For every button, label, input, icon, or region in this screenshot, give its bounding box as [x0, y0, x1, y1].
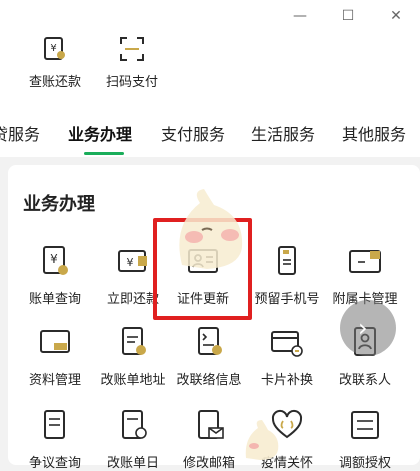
active-tab-indicator [84, 152, 124, 155]
item-label: 改联络信息 [176, 373, 242, 388]
contact-edit-icon [198, 327, 222, 355]
item-label: 资料管理 [28, 373, 81, 388]
tab-life[interactable]: 生活服务 [251, 121, 315, 145]
bill-date-icon [122, 410, 147, 439]
item-card-replace[interactable]: 卡片补换 [246, 325, 328, 388]
mascot-icon [245, 420, 279, 460]
chevron-right-icon: › [358, 314, 368, 342]
item-label: 账单查询 [28, 292, 81, 307]
card-replace-icon [271, 331, 303, 357]
shortcut-scan-pay[interactable]: 扫码支付 [92, 36, 172, 90]
email-icon [198, 410, 224, 439]
item-email[interactable]: 修改邮箱 [168, 408, 250, 471]
item-supplementary-card[interactable]: 附属卡管理 [324, 244, 406, 307]
item-contact-info[interactable]: 改联络信息 [168, 325, 250, 388]
folder-icon [40, 330, 70, 353]
tab-business[interactable]: 业务办理 [68, 121, 132, 145]
item-limit-adjust[interactable]: 调额授权 [324, 408, 406, 471]
address-edit-icon [122, 327, 146, 355]
item-label: 修改邮箱 [182, 456, 235, 471]
tab-payment[interactable]: 支付服务 [161, 121, 225, 145]
item-label: 争议查询 [28, 456, 81, 471]
item-label: 卡片补换 [260, 373, 313, 388]
item-dispute-query[interactable]: 争议查询 [14, 408, 96, 471]
tab-other[interactable]: 其他服务 [342, 121, 406, 145]
shortcut-panel: ¥ 查账还款 扫码支付 [0, 32, 420, 107]
item-label: 预留手机号 [254, 292, 320, 307]
dispute-query-icon [44, 410, 65, 439]
supplementary-card-icon [349, 250, 381, 273]
bill-query-icon: ¥ [43, 246, 68, 275]
close-button[interactable]: ✕ [386, 6, 406, 26]
mascot-icon [179, 189, 243, 269]
item-bill-date[interactable]: 改账单日 [92, 408, 174, 471]
minimize-button[interactable]: — [290, 6, 310, 26]
item-bill-query[interactable]: ¥ 账单查询 [14, 244, 96, 307]
section-title: 业务办理 [23, 194, 95, 215]
svg-text:¥: ¥ [50, 43, 56, 54]
shortcut-label: 查账还款 [28, 75, 81, 90]
instant-repay-icon: ¥ [118, 250, 147, 272]
scan-code-icon [120, 37, 144, 61]
shortcut-label: 扫码支付 [105, 75, 158, 90]
svg-text:¥: ¥ [50, 252, 58, 266]
tab-loan-services[interactable]: 贷服务 [0, 121, 40, 145]
window-titlebar: — ☐ ✕ [0, 0, 420, 32]
item-bill-address[interactable]: 改账单地址 [92, 325, 174, 388]
item-profile-manage[interactable]: 资料管理 [14, 325, 96, 388]
phone-icon [278, 246, 296, 275]
item-label: 改账单地址 [100, 373, 166, 388]
item-label: 改联系人 [338, 373, 391, 388]
item-reserved-phone[interactable]: 预留手机号 [246, 244, 328, 307]
service-tabs: 贷服务 业务办理 支付服务 生活服务 其他服务 [0, 107, 420, 157]
svg-text:¥: ¥ [127, 256, 134, 269]
item-label: 改账单日 [106, 456, 159, 471]
floating-scroll-button[interactable]: › [340, 300, 396, 356]
item-label: 调额授权 [338, 456, 391, 471]
maximize-button[interactable]: ☐ [338, 6, 358, 26]
limit-adjust-icon [351, 411, 379, 439]
shortcut-bill-repay[interactable]: ¥ 查账还款 [15, 36, 95, 90]
bill-search-icon: ¥ [44, 37, 65, 60]
